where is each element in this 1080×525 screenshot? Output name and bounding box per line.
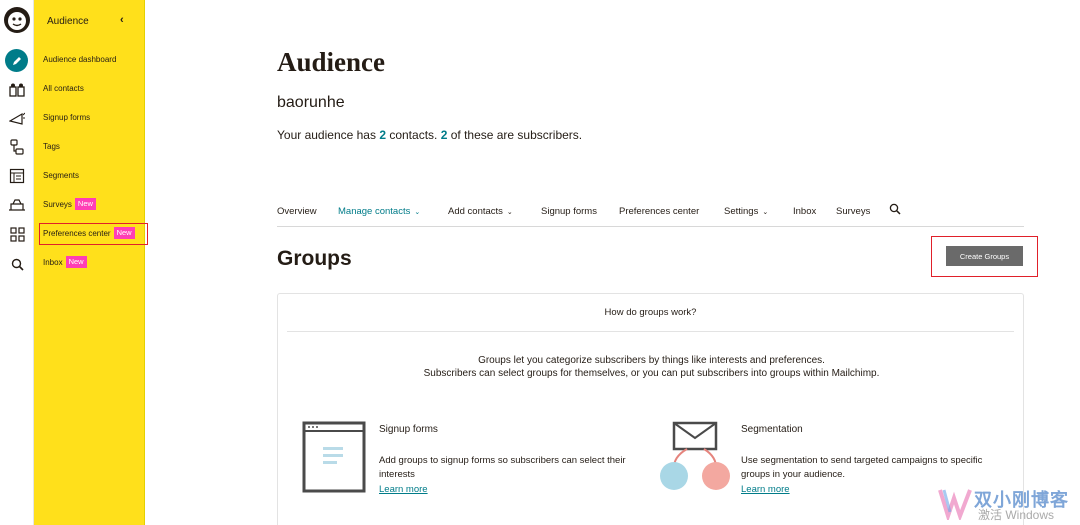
audience-name: baorunhe: [277, 94, 345, 111]
tab-add-contacts[interactable]: Add contacts ⌄: [448, 206, 513, 217]
audience-sidebar: Audience ‹ Audience dashboard All contac…: [34, 0, 145, 525]
sidebar-item-all-contacts[interactable]: All contacts: [43, 84, 84, 93]
feature-title-segmentation: Segmentation: [741, 424, 803, 435]
sidebar-item-label: Signup forms: [43, 113, 91, 122]
tab-label: Signup forms: [541, 206, 597, 217]
learn-more-segmentation-link[interactable]: Learn more: [741, 484, 790, 495]
summary-text: of these are subscribers.: [447, 128, 583, 142]
sidebar-item-label: Tags: [43, 142, 60, 151]
automations-icon[interactable]: [7, 137, 27, 157]
how-groups-work-header[interactable]: How do groups work?: [287, 294, 1014, 332]
audience-nav-tabs: Overview Manage contacts ⌄ Add contacts ⌄ …: [277, 202, 1024, 227]
website-icon[interactable]: [7, 166, 27, 186]
preferences-center-highlight: [39, 223, 148, 245]
segmentation-illustration-icon: [659, 421, 733, 502]
sidebar-item-segments[interactable]: Segments: [43, 171, 79, 180]
chevron-down-icon: ⌄: [506, 209, 513, 216]
groups-description: Groups let you categorize subscribers by…: [278, 354, 1025, 380]
sidebar-item-label: Surveys: [43, 199, 72, 209]
content-icon[interactable]: [7, 195, 27, 215]
tab-label: Settings: [724, 206, 759, 217]
feature-text-signup-forms: Add groups to signup forms so subscriber…: [379, 455, 626, 480]
sidebar-item-tags[interactable]: Tags: [43, 142, 60, 151]
search-icon[interactable]: [7, 254, 27, 274]
blog-watermark: 双小刚博客 激活 Windows: [938, 486, 1076, 523]
chevron-down-icon: ⌄: [762, 209, 769, 216]
sidebar-item-label: All contacts: [43, 84, 84, 93]
tab-manage-contacts[interactable]: Manage contacts ⌄: [338, 206, 420, 217]
page-title: Audience: [277, 47, 385, 77]
campaigns-icon[interactable]: [7, 108, 27, 128]
signup-form-illustration-icon: [302, 421, 366, 498]
icon-rail: [0, 0, 34, 525]
integrations-icon[interactable]: [7, 224, 27, 244]
tab-label: Surveys: [836, 206, 871, 217]
contacts-count[interactable]: 2: [379, 128, 386, 142]
create-groups-highlight: [931, 236, 1038, 277]
mailchimp-logo-icon[interactable]: [3, 6, 31, 34]
new-badge: New: [74, 198, 96, 210]
watermark-logo-icon: [938, 489, 972, 523]
sidebar-title: Audience: [47, 16, 89, 27]
sidebar-item-surveys[interactable]: Surveys New: [43, 198, 96, 210]
summary-text: Your audience has: [277, 128, 380, 142]
search-icon[interactable]: [889, 203, 901, 218]
description-line: Subscribers can select groups for themse…: [423, 368, 880, 379]
groups-title: Groups: [277, 247, 352, 270]
sidebar-item-label: Inbox: [43, 257, 63, 267]
watermark-subtext: 激活 Windows: [978, 508, 1055, 522]
audience-icon[interactable]: [7, 80, 27, 100]
tab-surveys[interactable]: Surveys: [836, 206, 870, 217]
audience-summary: Your audience has 2 contacts. 2 of these…: [277, 128, 582, 142]
description-line: Groups let you categorize subscribers by…: [478, 355, 825, 366]
tab-label: Overview: [277, 206, 317, 217]
summary-text: contacts.: [386, 128, 441, 142]
feature-title-signup-forms: Signup forms: [379, 424, 438, 435]
sidebar-item-label: Audience dashboard: [43, 55, 117, 64]
tab-signup-forms[interactable]: Signup forms: [541, 206, 597, 217]
sidebar-item-audience-dashboard[interactable]: Audience dashboard: [43, 55, 116, 64]
tab-label: Inbox: [793, 206, 817, 217]
sidebar-item-signup-forms[interactable]: Signup forms: [43, 113, 90, 122]
new-badge: New: [65, 256, 87, 268]
tab-preferences-center[interactable]: Preferences center: [619, 206, 699, 217]
tab-settings[interactable]: Settings ⌄: [724, 206, 768, 217]
tab-label: Preferences center: [619, 206, 700, 217]
chevron-down-icon: ⌄: [414, 209, 421, 216]
sidebar-item-inbox[interactable]: Inbox New: [43, 256, 87, 268]
sidebar-item-label: Segments: [43, 171, 80, 180]
learn-more-signup-forms-link[interactable]: Learn more: [379, 484, 428, 495]
tab-label: Manage contacts: [338, 206, 411, 217]
tab-label: Add contacts: [448, 206, 503, 217]
groups-info-card: How do groups work? Groups let you categ…: [277, 293, 1024, 525]
collapse-chevron-icon[interactable]: ‹: [120, 14, 124, 26]
tab-inbox[interactable]: Inbox: [793, 206, 816, 217]
tab-overview[interactable]: Overview: [277, 206, 317, 217]
feature-text-segmentation: Use segmentation to send targeted campai…: [741, 455, 983, 480]
create-icon[interactable]: [5, 49, 28, 72]
